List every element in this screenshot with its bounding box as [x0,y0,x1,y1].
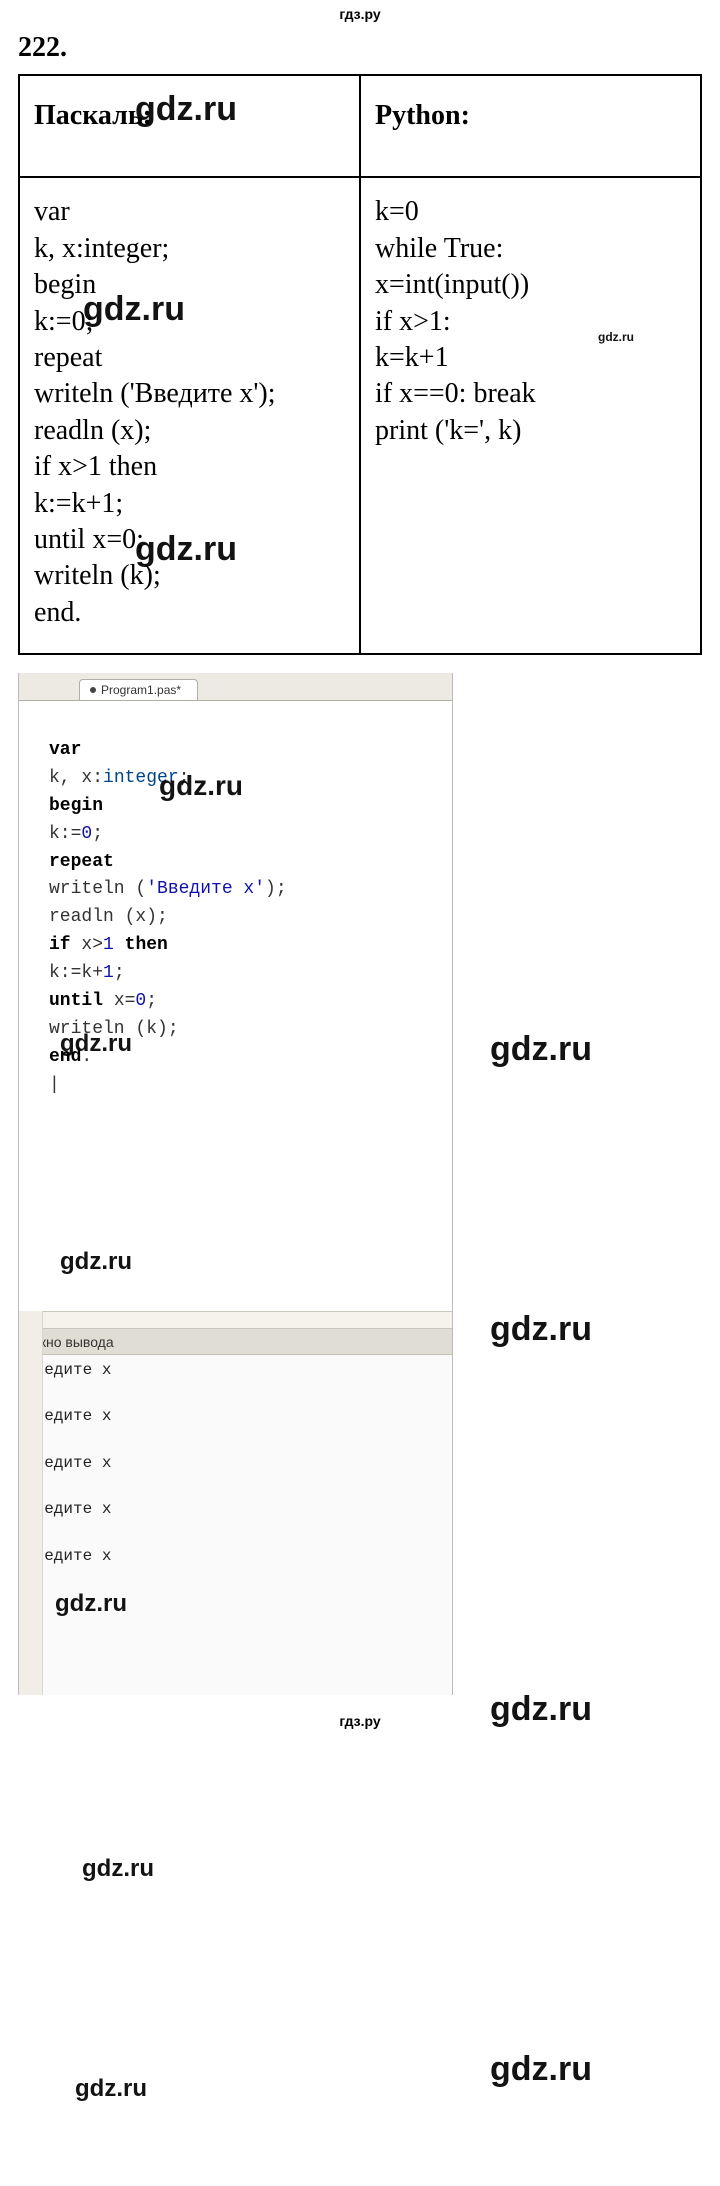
ide-tab-title: Program1.pas* [101,683,181,697]
ide-code-area[interactable]: var k, x:integer; begin k:=0; repeat wri… [19,701,452,1311]
col-header-pascal: Паскаль: [19,75,360,177]
python-code-cell: k=0 while True: x=int(input()) if x>1: k… [360,177,701,654]
ide-scrollbar[interactable]: < [19,1311,452,1329]
ide-tabbar: Program1.pas* [19,673,452,701]
pascal-code-cell: var k, x:integer; begin k:=0; repeat wri… [19,177,360,654]
page: гдз.ру 222. Паскаль: Python: var k, x:in… [0,0,720,1739]
solution-table: Паскаль: Python: var k, x:integer; begin… [18,74,702,655]
unsaved-dot-icon [90,687,96,693]
watermark: gdz.ru [490,2050,592,2089]
task-number: 222. [0,28,720,74]
ide-tab[interactable]: Program1.pas* [79,679,198,700]
site-header: гдз.ру [0,0,720,28]
output-panel: Введите x 1 Введите x 2 Введите x -7 Вве… [19,1355,452,1695]
watermark: gdz.ru [82,1855,154,1883]
watermark: gdz.ru [490,1030,592,1069]
watermark: gdz.ru [490,1310,592,1349]
site-footer: гдз.ру [0,1695,720,1739]
ide-window: Program1.pas* var k, x:integer; begin k:… [18,673,453,1695]
output-panel-title: Окно вывода [19,1329,452,1355]
col-header-python: Python: [360,75,701,177]
watermark: gdz.ru [75,2075,147,2103]
